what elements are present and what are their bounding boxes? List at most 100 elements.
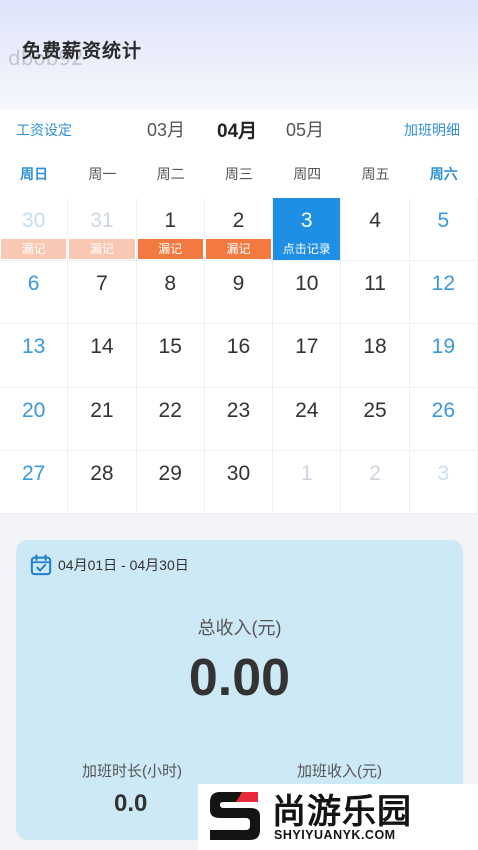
record-tag: 点击记录 — [282, 242, 331, 256]
calendar-day[interactable]: 18 — [341, 324, 410, 388]
overtime-details-link[interactable]: 加班明细 — [404, 120, 460, 140]
calendar-day[interactable]: 28 — [68, 450, 137, 514]
calendar-day[interactable]: 1 漏记 — [136, 198, 205, 262]
day-number: 31 — [90, 209, 114, 232]
day-number: 11 — [364, 272, 386, 296]
calendar-day[interactable]: 13 — [0, 324, 69, 388]
current-month-tab[interactable]: 04月 — [217, 116, 257, 143]
overtime-hours-label: 加班时长(小时) — [82, 763, 182, 780]
date-range: 04月01日 - 04月30日 — [30, 554, 189, 576]
prev-month-tab[interactable]: 03月 — [147, 116, 185, 142]
date-range-text: 04月01日 - 04月30日 — [58, 557, 189, 573]
calendar-day[interactable]: 21 — [68, 387, 137, 451]
app-header: dbob92 免费薪资统计 — [0, 0, 478, 110]
calendar-grid: 30 漏记 31 漏记 1 漏记 2 漏记 3 点击记录 4 5 6 7 8 9 10 11 12 13 14 15 16 1… — [0, 198, 478, 514]
month-nav: 工资设定 03月 04月 05月 加班明细 — [0, 110, 478, 152]
day-number: 27 — [21, 461, 46, 485]
calendar-day[interactable]: 14 — [68, 324, 137, 388]
calendar-day[interactable]: 5 — [409, 198, 478, 262]
day-number: 5 — [437, 209, 450, 232]
calendar-day[interactable]: 3 — [409, 450, 478, 514]
calendar-day[interactable]: 22 — [136, 387, 205, 451]
day-number: 3 — [300, 209, 313, 232]
calendar-day[interactable]: 25 — [341, 387, 410, 451]
missed-record-tag: 漏记 — [137, 239, 203, 259]
calendar-day[interactable]: 19 — [409, 324, 478, 388]
day-number: 19 — [431, 335, 456, 359]
day-number: 26 — [431, 398, 456, 422]
calendar-day[interactable]: 10 — [273, 261, 342, 325]
day-number: 17 — [295, 335, 319, 359]
calendar-day[interactable]: 2 漏记 — [204, 198, 274, 262]
next-month-tab[interactable]: 05月 — [286, 116, 324, 142]
day-number: 7 — [96, 272, 108, 296]
day-number: 29 — [158, 461, 182, 485]
calendar-day[interactable]: 23 — [204, 387, 274, 451]
overtime-hours-value: 0.0 — [114, 790, 148, 817]
salary-settings-link[interactable]: 工资设定 — [16, 120, 72, 140]
calendar-day[interactable]: 15 — [136, 324, 205, 388]
missed-record-tag: 漏记 — [205, 239, 272, 259]
day-number: 2 — [232, 209, 245, 232]
weekday-wed: 周三 — [224, 166, 253, 182]
calendar-day[interactable]: 12 — [409, 261, 478, 325]
calendar-day[interactable]: 8 — [136, 261, 205, 325]
day-number: 22 — [158, 398, 182, 422]
day-number: 28 — [90, 461, 114, 485]
logo-url-text: SHYIYUANYK.COM — [274, 828, 396, 842]
day-number: 1 — [164, 209, 177, 232]
app-title: 免费薪资统计 — [22, 41, 143, 62]
calendar-day[interactable]: 9 — [204, 261, 274, 325]
calendar-day[interactable]: 30 漏记 — [0, 198, 69, 262]
day-number: 3 — [437, 461, 450, 485]
overtime-income-label: 加班收入(元) — [297, 763, 382, 780]
day-number: 2 — [369, 461, 381, 485]
weekday-sat: 周六 — [429, 166, 458, 182]
day-number: 9 — [232, 272, 245, 296]
calendar-day[interactable]: 17 — [273, 324, 342, 388]
site-logo: 尚游乐园 SHYIYUANYK.COM — [198, 784, 478, 850]
day-number: 30 — [21, 209, 46, 232]
day-number: 23 — [226, 398, 251, 422]
weekday-mon: 周一 — [88, 166, 117, 182]
missed-record-tag: 漏记 — [69, 239, 135, 259]
day-number: 18 — [363, 335, 387, 359]
weekday-tue: 周二 — [156, 166, 185, 182]
day-number: 4 — [369, 209, 381, 232]
day-number: 20 — [21, 398, 46, 422]
weekday-fri: 周五 — [361, 166, 390, 182]
calendar-icon — [30, 554, 52, 576]
calendar-day[interactable]: 7 — [68, 261, 137, 325]
day-number: 21 — [90, 398, 114, 422]
calendar-day-today[interactable]: 3 点击记录 — [273, 198, 342, 262]
calendar-day[interactable]: 26 — [409, 387, 478, 451]
calendar-day[interactable]: 24 — [273, 387, 342, 451]
calendar-day[interactable]: 20 — [0, 387, 69, 451]
weekday-sun: 周日 — [20, 166, 49, 182]
calendar-day[interactable]: 27 — [0, 450, 69, 514]
day-number: 24 — [295, 398, 319, 422]
day-number: 13 — [21, 335, 46, 359]
day-number: 6 — [27, 272, 40, 296]
calendar-day[interactable]: 11 — [341, 261, 410, 325]
calendar-day[interactable]: 16 — [204, 324, 274, 388]
calendar-day[interactable]: 2 — [341, 450, 410, 514]
calendar-day[interactable]: 29 — [136, 450, 205, 514]
calendar-day[interactable]: 4 — [341, 198, 410, 262]
day-number: 8 — [164, 272, 177, 296]
day-number: 14 — [90, 335, 114, 359]
day-number: 15 — [158, 335, 182, 359]
day-number: 12 — [431, 272, 456, 296]
calendar-day[interactable]: 30 — [204, 450, 274, 514]
calendar-day[interactable]: 31 漏记 — [68, 198, 137, 262]
total-income-value: 0.00 — [188, 649, 291, 707]
weekday-thu: 周四 — [293, 166, 322, 182]
day-number: 16 — [226, 335, 251, 359]
calendar-day[interactable]: 6 — [0, 261, 69, 325]
missed-record-tag: 漏记 — [1, 239, 67, 259]
s-logo-icon — [210, 792, 260, 840]
weekday-header: 周日 周一 周二 周三 周四 周五 周六 — [0, 152, 478, 198]
day-number: 25 — [363, 398, 387, 422]
calendar-day[interactable]: 1 — [273, 450, 342, 514]
day-number: 30 — [226, 461, 251, 485]
